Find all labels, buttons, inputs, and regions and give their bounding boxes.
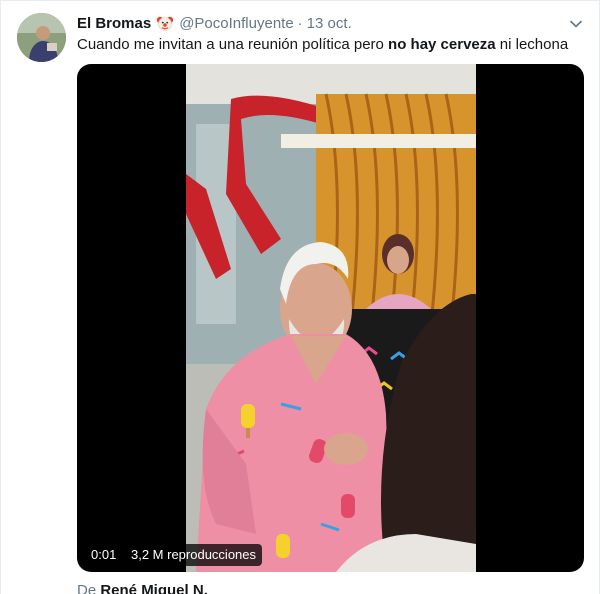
author-handle[interactable]: @PocoInfluyente [179, 15, 293, 32]
attribution-source[interactable]: René Miguel N. [100, 582, 208, 594]
tweet-text-bold: no hay cerveza [388, 36, 496, 53]
video-frame[interactable] [186, 64, 476, 572]
video-attribution: De René Miguel N. [77, 581, 208, 594]
video-elapsed-time: 0:01 [86, 544, 122, 566]
tweet-text: Cuando me invitan a una reunión política… [77, 35, 568, 55]
tweet-card[interactable]: El Bromas @PocoInfluyente · 13 oct. Cuan… [0, 0, 600, 594]
attribution-prefix: De [77, 582, 101, 594]
tweet-header: El Bromas @PocoInfluyente · 13 oct. [77, 13, 352, 33]
author-name[interactable]: El Bromas [77, 15, 151, 32]
tweet-text-part2: ni lechona [495, 36, 569, 53]
tweet-date[interactable]: 13 oct. [307, 15, 352, 32]
clown-face-icon [156, 14, 174, 32]
separator-dot: · [297, 14, 303, 32]
chevron-down-icon[interactable] [567, 15, 585, 33]
video-player[interactable]: 0:01 3,2 M reproducciones [77, 64, 584, 572]
video-view-count: 3,2 M reproducciones [125, 544, 263, 566]
tweet-text-part1: Cuando me invitan a una reunión política… [77, 36, 389, 53]
avatar[interactable] [17, 13, 66, 62]
